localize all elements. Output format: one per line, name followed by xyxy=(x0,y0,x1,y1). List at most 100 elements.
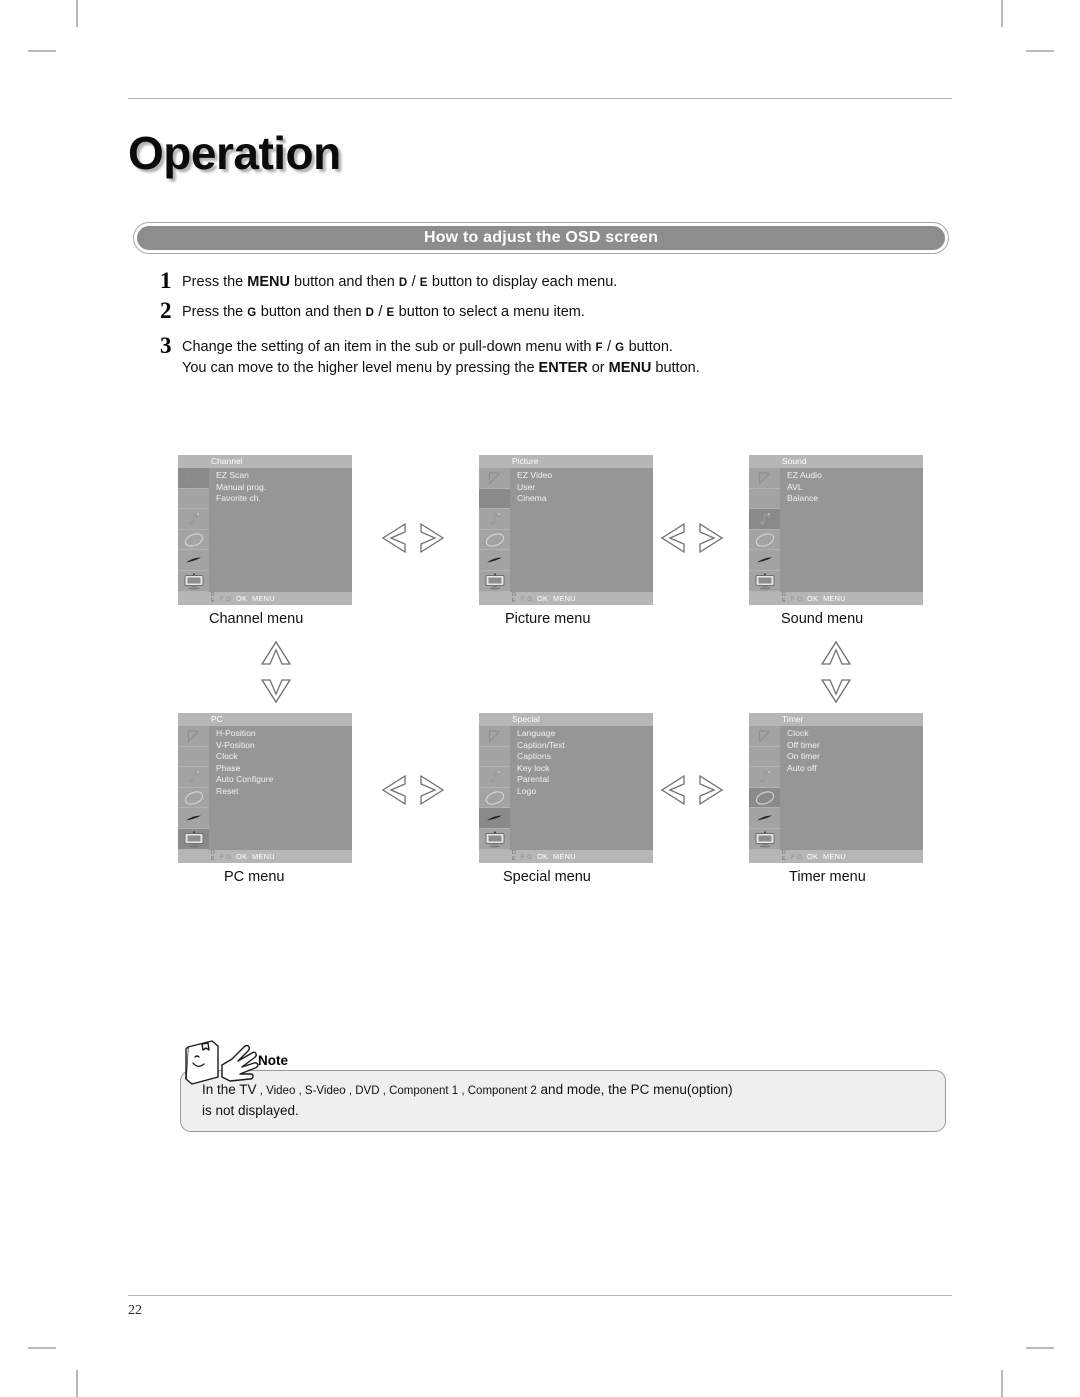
timer-ellipse-icon[interactable] xyxy=(479,530,510,551)
osd-item[interactable]: Key lock xyxy=(510,763,653,775)
osd-item[interactable]: Clock xyxy=(209,751,352,763)
antenna-icon[interactable] xyxy=(178,468,209,489)
osd-footer-key-menu: MENU xyxy=(251,594,275,603)
antenna-icon[interactable] xyxy=(178,726,209,747)
osd-title-channel: Channel xyxy=(178,455,352,468)
arrow-picture-to-sound xyxy=(660,521,724,555)
special-swoosh-icon[interactable] xyxy=(749,550,780,571)
osd-footer-de: DE xyxy=(512,592,516,604)
osd-menu-sound: Sound EZ Audio AVL Balance D E F G OK MENU xyxy=(749,455,923,605)
osd-body-timer: Clock Off timer On timer Auto off xyxy=(780,726,923,850)
special-swoosh-icon[interactable] xyxy=(479,550,510,571)
osd-item[interactable]: Clock xyxy=(780,728,923,740)
header-rule xyxy=(128,98,952,99)
osd-footer-key-menu: MENU xyxy=(822,594,846,603)
timer-ellipse-icon[interactable] xyxy=(749,787,780,809)
osd-item[interactable]: AVL xyxy=(780,482,923,494)
osd-item[interactable]: Reset xyxy=(209,786,352,798)
osd-footer-keys: F G OK MENU xyxy=(791,594,846,605)
osd-item[interactable]: V-Position xyxy=(209,740,352,752)
osd-item[interactable]: Phase xyxy=(209,763,352,775)
timer-ellipse-icon[interactable] xyxy=(749,530,780,551)
special-swoosh-icon[interactable] xyxy=(178,550,209,571)
antenna-icon[interactable] xyxy=(749,726,780,747)
picture-icon[interactable] xyxy=(479,488,510,510)
pc-monitor-icon[interactable] xyxy=(749,571,780,592)
timer-ellipse-icon[interactable] xyxy=(178,788,209,809)
osd-item[interactable]: Auto Configure xyxy=(209,774,352,786)
picture-icon[interactable] xyxy=(178,747,209,768)
picture-icon[interactable] xyxy=(749,489,780,510)
osd-body-picture: EZ Video User Cinema xyxy=(510,468,653,592)
sound-note-icon[interactable] xyxy=(749,767,780,788)
s2-t2: button and then xyxy=(256,304,366,320)
timer-ellipse-icon[interactable] xyxy=(479,788,510,809)
s3-slash: / xyxy=(603,339,616,355)
pc-monitor-icon[interactable] xyxy=(749,829,780,850)
osd-item[interactable]: Caption/Text xyxy=(510,740,653,752)
pc-monitor-icon[interactable] xyxy=(178,571,209,592)
osd-footer-key-fg: F G xyxy=(220,596,232,603)
osd-body-sound: EZ Audio AVL Balance xyxy=(780,468,923,592)
note-svideo: , S-Video xyxy=(295,1085,346,1097)
osd-item[interactable]: Captions xyxy=(510,751,653,763)
osd-item[interactable]: Auto off xyxy=(780,763,923,775)
sound-note-icon[interactable] xyxy=(479,509,510,530)
osd-item[interactable]: Language xyxy=(510,728,653,740)
osd-item[interactable]: H-Position xyxy=(209,728,352,740)
osd-footer-keys: F G OK MENU xyxy=(220,852,275,863)
osd-item[interactable]: Logo xyxy=(510,786,653,798)
picture-icon[interactable] xyxy=(479,747,510,768)
special-swoosh-icon[interactable] xyxy=(479,808,510,829)
osd-item[interactable]: Balance xyxy=(780,493,923,505)
osd-title-picture: Picture xyxy=(479,455,653,468)
step-1: 1 Press the MENU button and then D / E b… xyxy=(160,268,950,293)
osd-title-special: Special xyxy=(479,713,653,726)
special-swoosh-icon[interactable] xyxy=(749,808,780,829)
antenna-icon[interactable] xyxy=(479,726,510,747)
antenna-icon[interactable] xyxy=(749,468,780,489)
picture-icon[interactable] xyxy=(749,747,780,768)
note-dvd: , DVD xyxy=(345,1085,380,1097)
osd-footer-de: DE xyxy=(782,592,786,604)
osd-caption-picture: Picture menu xyxy=(505,611,591,627)
arrow-sound-to-timer xyxy=(819,640,855,704)
s3-enter: ENTER xyxy=(538,360,588,376)
osd-item[interactable]: Parental xyxy=(510,774,653,786)
osd-item[interactable]: Off timer xyxy=(780,740,923,752)
osd-footer-key-fg: F G xyxy=(220,854,232,861)
pc-monitor-icon[interactable] xyxy=(479,829,510,850)
picture-icon[interactable] xyxy=(178,489,209,510)
s1-key-up: E xyxy=(419,277,428,289)
osd-item[interactable]: On timer xyxy=(780,751,923,763)
osd-footer-key-fg: F G xyxy=(791,854,803,861)
pc-monitor-icon[interactable] xyxy=(178,828,209,850)
sound-note-icon[interactable] xyxy=(178,509,209,530)
osd-item[interactable]: Manual prog. xyxy=(209,482,352,494)
sound-note-icon[interactable] xyxy=(178,767,209,788)
crop-mark-top-left xyxy=(76,0,78,27)
osd-footer-special: DE F G OK MENU xyxy=(479,850,653,863)
special-swoosh-icon[interactable] xyxy=(178,808,209,829)
crop-mark-right-bottom xyxy=(1026,1347,1054,1349)
sound-note-icon[interactable] xyxy=(749,509,780,530)
osd-item[interactable]: Favorite ch. xyxy=(209,493,352,505)
osd-menu-pc: PC H-Position V-Position Clock Phase Auto Con… xyxy=(178,713,352,863)
step-1-text: Press the MENU button and then D / E but… xyxy=(182,272,950,293)
s3-l2-t3: button. xyxy=(651,360,700,376)
manual-page: Operation 22 How to adjust the OSD scree… xyxy=(0,0,1080,1397)
timer-ellipse-icon[interactable] xyxy=(178,530,209,551)
arrow-channel-to-pc xyxy=(259,640,295,704)
antenna-icon[interactable] xyxy=(479,468,510,489)
osd-footer-de: DE xyxy=(512,850,516,862)
osd-item[interactable]: EZ Audio xyxy=(780,470,923,482)
s1-t3: button to display each menu. xyxy=(427,274,618,290)
osd-item[interactable]: User xyxy=(510,482,653,494)
osd-item[interactable]: EZ Video xyxy=(510,470,653,482)
osd-footer-key-ok: OK xyxy=(235,594,248,603)
osd-footer-channel: DE F G OK MENU xyxy=(178,592,352,605)
osd-item[interactable]: EZ Scan xyxy=(209,470,352,482)
osd-item[interactable]: Cinema xyxy=(510,493,653,505)
pc-monitor-icon[interactable] xyxy=(479,571,510,592)
sound-note-icon[interactable] xyxy=(479,767,510,788)
